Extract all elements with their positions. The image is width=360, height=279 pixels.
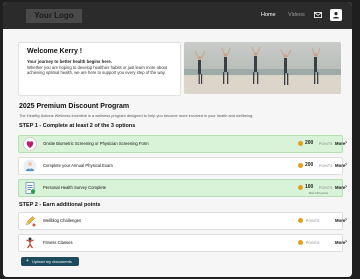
heart-icon bbox=[23, 137, 37, 151]
task-points: 200 bbox=[305, 140, 314, 146]
nav-home[interactable]: Home bbox=[261, 12, 276, 18]
task-more-button[interactable]: More bbox=[335, 218, 345, 223]
welcome-subtitle: Your journey to better health begins her… bbox=[27, 59, 112, 64]
fitness-icon bbox=[26, 237, 34, 249]
device-frame: Your Logo Home Videos Welcome Kerry ! Yo… bbox=[0, 0, 360, 279]
task-points: 200 bbox=[305, 162, 314, 168]
task-points-label: POINTS bbox=[306, 218, 320, 223]
task-more-button[interactable]: More bbox=[335, 141, 345, 146]
task-label: Onsite Biometric Screening or Physician … bbox=[43, 141, 149, 146]
task-points: 100 bbox=[305, 184, 314, 190]
task-more-button[interactable]: More bbox=[335, 185, 345, 190]
task-annual-physical[interactable]: Complete your Annual Physical Exam 200 P… bbox=[18, 157, 347, 175]
mail-icon[interactable] bbox=[314, 12, 322, 18]
step1-title: STEP 1 - Complete at least 2 of the 3 op… bbox=[19, 123, 136, 129]
task-fitness-classes[interactable]: Fitness Classes POINTS More › bbox=[18, 234, 347, 252]
task-biometric-screening[interactable]: Onsite Biometric Screening or Physician … bbox=[18, 135, 347, 153]
upload-documents-button[interactable]: + Upload my documents bbox=[21, 257, 79, 266]
points-coin-icon bbox=[298, 240, 303, 245]
welcome-card: Welcome Kerry ! Your journey to better h… bbox=[18, 42, 181, 96]
task-points-label: POINTS bbox=[319, 185, 333, 190]
task-more-button[interactable]: More bbox=[335, 240, 345, 245]
program-description: The Healthy Actions Wellness Incentive i… bbox=[19, 113, 254, 118]
chevron-right-icon[interactable]: › bbox=[345, 140, 347, 146]
task-health-survey[interactable]: Personal Health Survey Complete 100 POIN… bbox=[18, 179, 347, 197]
task-points-label: POINTS bbox=[306, 240, 320, 245]
welcome-body: Whether you are hoping to develop health… bbox=[27, 65, 168, 76]
logo[interactable]: Your Logo bbox=[26, 9, 82, 23]
task-wellblog-challenges[interactable]: Wellblog Challenges POINTS More › bbox=[18, 212, 347, 230]
user-menu-button[interactable] bbox=[330, 9, 342, 21]
points-coin-icon bbox=[298, 185, 303, 190]
yoga-beach-image bbox=[184, 42, 341, 94]
task-label: Wellblog Challenges bbox=[43, 218, 82, 223]
user-icon bbox=[333, 12, 339, 19]
points-coin-icon bbox=[298, 141, 303, 146]
task-label: Fitness Classes bbox=[43, 240, 73, 245]
points-coin-icon bbox=[298, 163, 303, 168]
plus-icon: + bbox=[26, 258, 29, 264]
survey-icon bbox=[25, 182, 36, 194]
task-points-label: POINTS bbox=[319, 141, 333, 146]
task-label: Personal Health Survey Complete bbox=[43, 185, 107, 190]
doctor-icon bbox=[23, 159, 37, 173]
chevron-right-icon[interactable]: › bbox=[345, 184, 347, 190]
step2-title: STEP 2 - Earn additional points bbox=[19, 202, 101, 208]
chevron-right-icon[interactable]: › bbox=[345, 239, 347, 245]
app-screen: Your Logo Home Videos Welcome Kerry ! Yo… bbox=[3, 2, 352, 277]
top-navigation-bar: Your Logo Home Videos bbox=[3, 2, 352, 29]
points-coin-icon bbox=[298, 218, 303, 223]
task-label: Complete your Annual Physical Exam bbox=[43, 163, 113, 168]
task-points-note: Max 100 points bbox=[309, 191, 328, 195]
welcome-title: Welcome Kerry ! bbox=[27, 48, 83, 55]
nav-videos[interactable]: Videos bbox=[288, 12, 305, 18]
program-title: 2025 Premium Discount Program bbox=[19, 103, 130, 110]
task-points-label: POINTS bbox=[319, 163, 333, 168]
chevron-right-icon[interactable]: › bbox=[345, 162, 347, 168]
chevron-right-icon[interactable]: › bbox=[345, 217, 347, 223]
task-more-button[interactable]: More bbox=[335, 163, 345, 168]
upload-button-label: Upload my documents bbox=[32, 259, 72, 264]
pencil-icon bbox=[25, 216, 36, 227]
